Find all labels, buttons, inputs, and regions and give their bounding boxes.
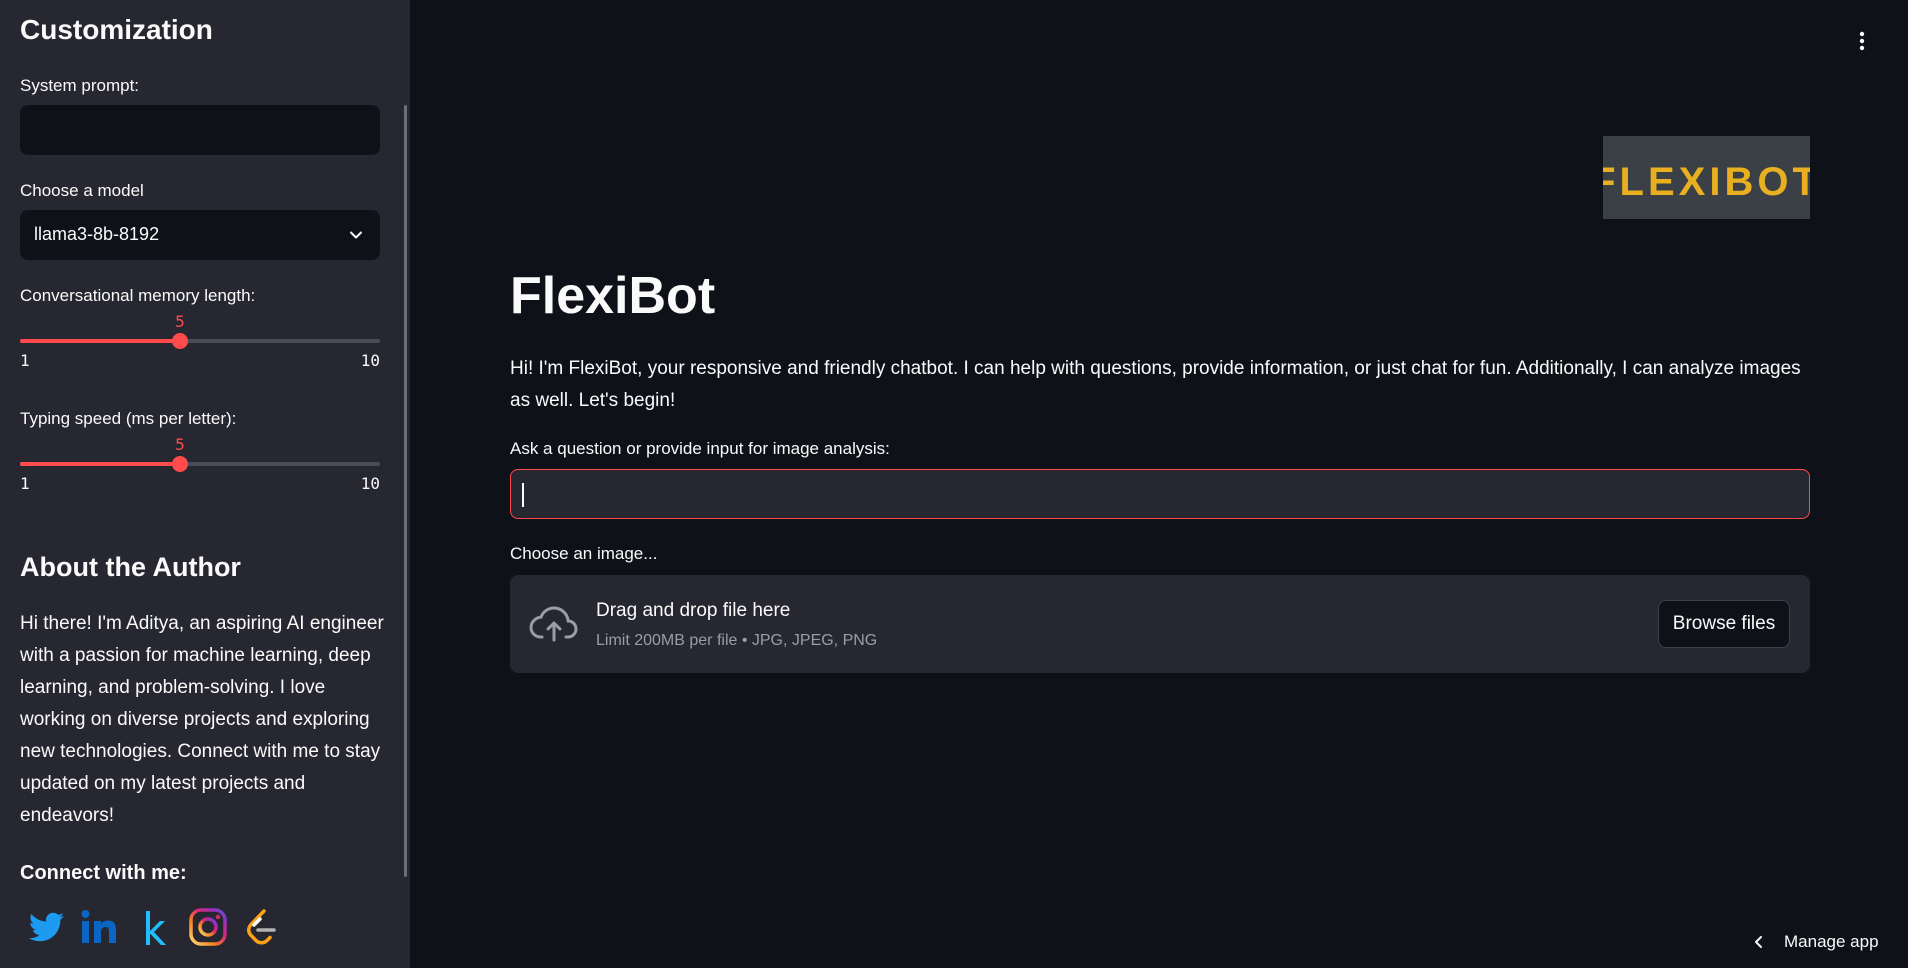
instagram-icon[interactable] (186, 905, 230, 949)
memory-slider-label: Conversational memory length: (20, 286, 256, 305)
speed-slider-label: Typing speed (ms per letter): (20, 409, 237, 428)
slider-max: 10 (360, 351, 380, 370)
dropzone-limit: Limit 200MB per file • JPG, JPEG, PNG (596, 632, 878, 649)
slider-max: 10 (360, 474, 380, 493)
slider-value: 5 (175, 312, 185, 331)
model-select-value: llama3-8b-8192 (34, 224, 160, 244)
slider-thumb[interactable] (172, 333, 188, 349)
system-prompt-label: System prompt: (20, 76, 140, 95)
memory-slider[interactable]: 5 1 10 (20, 312, 380, 372)
cloud-upload-icon (529, 606, 578, 642)
slider-thumb[interactable] (172, 456, 188, 472)
text-caret (522, 483, 524, 507)
sidebar: Customization System prompt: Choose a mo… (0, 0, 410, 968)
twitter-icon[interactable] (24, 905, 68, 949)
chat-input-label: Ask a question or provide input for imag… (510, 439, 890, 458)
slider-fill (20, 462, 180, 466)
intro-text: Hi! I'm FlexiBot, your responsive and fr… (510, 358, 1801, 411)
manage-app-label: Manage app (1784, 932, 1879, 951)
leetcode-icon[interactable] (240, 905, 284, 949)
sidebar-title: Customization (20, 14, 213, 45)
browse-files-button[interactable]: Browse files (1658, 600, 1790, 648)
system-prompt-input[interactable] (20, 105, 380, 155)
social-links (24, 905, 284, 949)
slider-min: 1 (20, 351, 30, 370)
model-label: Choose a model (20, 181, 144, 200)
page-title: FlexiBot (510, 267, 716, 325)
speed-slider[interactable]: 5 1 10 (20, 435, 380, 495)
model-select[interactable]: llama3-8b-8192 (20, 210, 380, 260)
file-dropzone[interactable]: Drag and drop file here Limit 200MB per … (510, 575, 1810, 673)
dropzone-title: Drag and drop file here (596, 600, 791, 621)
about-title: About the Author (20, 552, 241, 582)
about-text: Hi there! I'm Aditya, an aspiring AI eng… (20, 613, 384, 826)
kaggle-icon[interactable] (132, 905, 176, 949)
connect-title: Connect with me: (20, 862, 187, 884)
image-upload-label: Choose an image... (510, 544, 658, 563)
logo-text: FLEXIBOT (1603, 160, 1810, 204)
manage-app-button[interactable]: Manage app (1752, 930, 1879, 954)
flexibot-logo: FLEXIBOT (1591, 136, 1817, 219)
chat-input[interactable] (510, 469, 1810, 519)
sidebar-scrollbar[interactable] (404, 105, 407, 877)
slider-min: 1 (20, 474, 30, 493)
slider-fill (20, 339, 180, 343)
kebab-menu-icon[interactable] (1852, 28, 1872, 56)
chevron-down-icon (350, 231, 362, 239)
chevron-left-icon (1755, 936, 1762, 948)
linkedin-icon[interactable] (78, 905, 122, 949)
slider-value: 5 (175, 435, 185, 454)
